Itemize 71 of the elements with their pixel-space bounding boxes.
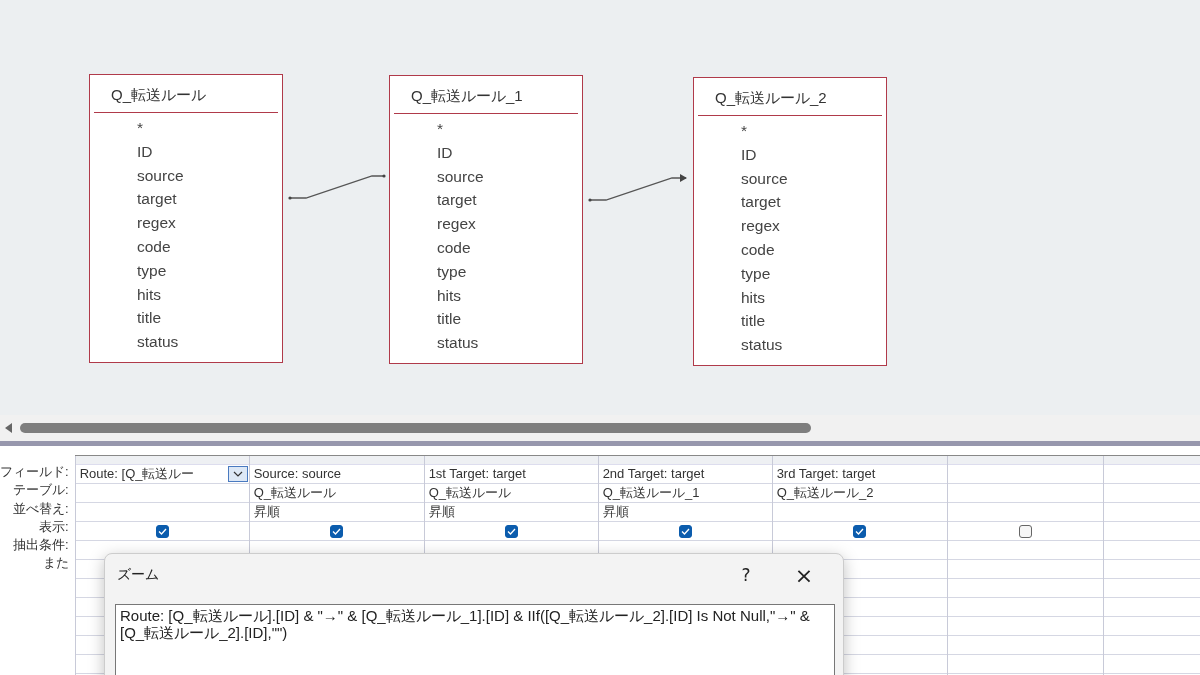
- table-card[interactable]: Q_転送ルール * ID source target regex code type hits title status: [89, 74, 283, 363]
- field-name[interactable]: code: [437, 239, 471, 256]
- field-name[interactable]: source: [437, 167, 484, 185]
- row-label: 表示:: [39, 518, 69, 534]
- table-cell[interactable]: Q_転送ルール_2: [776, 485, 874, 500]
- field-name[interactable]: status: [437, 334, 479, 352]
- dialog-title: ズーム: [117, 566, 160, 584]
- join-line[interactable]: [288, 174, 386, 200]
- field-name[interactable]: type: [741, 264, 771, 282]
- sort-cell[interactable]: 昇順: [253, 504, 280, 519]
- horizontal-scrollbar[interactable]: [0, 415, 1200, 441]
- table-cell[interactable]: Q_転送ルール: [428, 485, 511, 500]
- field-name[interactable]: status: [137, 333, 179, 351]
- row-label: フィールド:: [0, 464, 69, 479]
- field-name[interactable]: source: [137, 166, 184, 184]
- field-name[interactable]: code: [741, 241, 775, 258]
- table-title: Q_転送ルール: [111, 85, 206, 105]
- field-name[interactable]: type: [137, 261, 167, 279]
- field-name[interactable]: *: [437, 120, 444, 137]
- help-button[interactable]: ?: [721, 560, 771, 590]
- field-cell[interactable]: 2nd Target: target: [602, 466, 705, 481]
- table-card[interactable]: Q_転送ルール_2 * ID source target regex code type hits title status: [693, 77, 887, 366]
- field-name[interactable]: code: [137, 238, 171, 255]
- table-cell[interactable]: Q_転送ルール: [253, 485, 336, 500]
- field-cell[interactable]: Route: [Q_転送ルー: [79, 466, 195, 481]
- checkbox[interactable]: [853, 524, 867, 538]
- field-name[interactable]: target: [741, 193, 781, 211]
- field-cell[interactable]: 3rd Target: target: [776, 466, 876, 481]
- field-name[interactable]: hits: [437, 286, 462, 304]
- field-name[interactable]: target: [437, 191, 477, 209]
- scroll-left-icon[interactable]: [5, 423, 13, 433]
- row-label: また: [42, 555, 69, 571]
- checkbox[interactable]: [1018, 524, 1032, 538]
- field-cell[interactable]: 1st Target: target: [428, 466, 526, 481]
- field-name[interactable]: title: [137, 309, 162, 327]
- checkbox[interactable]: [504, 524, 518, 538]
- join-line[interactable]: [588, 174, 687, 202]
- field-name[interactable]: title: [741, 312, 766, 330]
- scrollbar-thumb[interactable]: [20, 423, 811, 433]
- field-name[interactable]: ID: [741, 145, 757, 163]
- field-name[interactable]: source: [741, 169, 788, 187]
- field-name[interactable]: ID: [137, 142, 153, 160]
- sort-cell[interactable]: 昇順: [602, 504, 629, 519]
- table-cell[interactable]: Q_転送ルール_1: [602, 485, 700, 500]
- table-card[interactable]: Q_転送ルール_1 * ID source target regex code type hits title status: [389, 75, 583, 364]
- row-label: 抽出条件:: [13, 537, 69, 553]
- checkbox[interactable]: [678, 524, 692, 538]
- dropdown-button[interactable]: [227, 466, 248, 482]
- close-button[interactable]: ×: [779, 560, 829, 590]
- caret-icon: [232, 471, 243, 477]
- field-name[interactable]: *: [137, 119, 144, 136]
- expression-field[interactable]: Route: [Q_転送ルール].[ID] & "→" & [Q_転送ルール_1].[ID] & IIf([Q_転送ルール_2].[ID] Is Not Null,"→" & [Q_転送ルール_2].[ID],""): [115, 604, 835, 675]
- sort-cell[interactable]: 昇順: [428, 504, 455, 519]
- field-name[interactable]: title: [437, 310, 462, 328]
- field-name[interactable]: *: [741, 122, 748, 139]
- checkbox[interactable]: [330, 524, 344, 538]
- field-cell[interactable]: Source: source: [253, 466, 342, 481]
- table-title: Q_転送ルール_2: [715, 88, 827, 108]
- checkbox[interactable]: [155, 524, 169, 538]
- table-title: Q_転送ルール_1: [411, 86, 523, 106]
- field-name[interactable]: hits: [741, 288, 766, 306]
- field-name[interactable]: regex: [437, 215, 476, 233]
- field-name[interactable]: status: [741, 336, 783, 354]
- field-name[interactable]: hits: [137, 285, 162, 303]
- field-name[interactable]: ID: [437, 143, 453, 161]
- row-label: 並べ替え:: [13, 500, 69, 516]
- field-name[interactable]: regex: [137, 214, 176, 232]
- field-name[interactable]: target: [137, 190, 177, 208]
- field-name[interactable]: regex: [741, 217, 780, 235]
- row-label: テーブル:: [13, 482, 69, 498]
- field-name[interactable]: type: [437, 262, 467, 280]
